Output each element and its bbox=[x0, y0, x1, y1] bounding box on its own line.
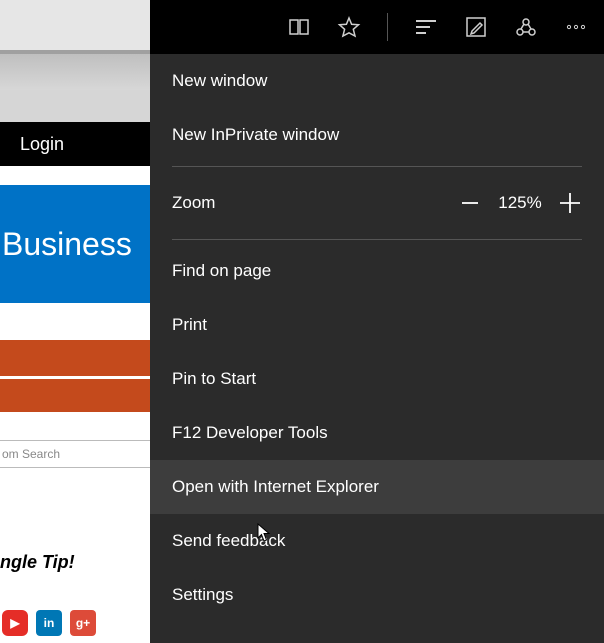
menu-new-window[interactable]: New window bbox=[150, 54, 604, 108]
menu-open-with-ie[interactable]: Open with Internet Explorer bbox=[150, 460, 604, 514]
menu-pin-to-start[interactable]: Pin to Start bbox=[150, 352, 604, 406]
menu-print[interactable]: Print bbox=[150, 298, 604, 352]
zoom-label: Zoom bbox=[172, 193, 448, 213]
reading-view-icon[interactable] bbox=[285, 13, 313, 41]
menu-settings[interactable]: Settings bbox=[150, 568, 604, 622]
share-icon[interactable] bbox=[512, 13, 540, 41]
tip-heading: ngle Tip! bbox=[0, 552, 150, 573]
favorites-star-icon[interactable] bbox=[335, 13, 363, 41]
zoom-out-button[interactable] bbox=[448, 185, 492, 221]
youtube-icon[interactable]: ▶ bbox=[2, 610, 28, 636]
custom-search-input[interactable]: om Search bbox=[0, 440, 150, 468]
zoom-value: 125% bbox=[492, 193, 548, 213]
google-plus-icon[interactable]: g+ bbox=[70, 610, 96, 636]
menu-new-inprivate[interactable]: New InPrivate window bbox=[150, 108, 604, 162]
social-icons: ▶ in g+ bbox=[0, 610, 96, 636]
more-menu: New window New InPrivate window Zoom 125… bbox=[150, 54, 604, 643]
more-icon[interactable] bbox=[562, 13, 590, 41]
menu-dev-tools[interactable]: F12 Developer Tools bbox=[150, 406, 604, 460]
hub-icon[interactable] bbox=[412, 13, 440, 41]
zoom-in-button[interactable] bbox=[548, 185, 592, 221]
edge-toolbar bbox=[150, 0, 604, 54]
menu-zoom-row: Zoom 125% bbox=[150, 171, 604, 235]
login-link[interactable]: Login bbox=[0, 122, 150, 166]
web-note-icon[interactable] bbox=[462, 13, 490, 41]
menu-separator bbox=[172, 166, 582, 167]
menu-separator bbox=[172, 239, 582, 240]
linkedin-icon[interactable]: in bbox=[36, 610, 62, 636]
menu-find[interactable]: Find on page bbox=[150, 244, 604, 298]
menu-send-feedback[interactable]: Send feedback bbox=[150, 514, 604, 568]
business-banner: Business bbox=[0, 185, 150, 303]
toolbar-divider bbox=[387, 13, 388, 41]
